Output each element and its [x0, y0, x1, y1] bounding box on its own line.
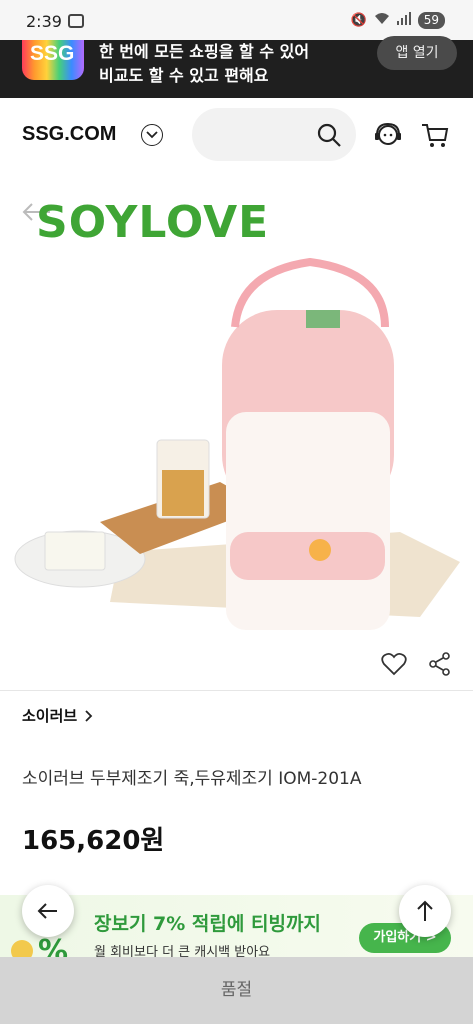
open-app-button[interactable]: 앱 열기	[377, 36, 457, 70]
brand-store-link[interactable]: 소이러브	[22, 705, 93, 726]
mute-icon: 🔇	[350, 13, 367, 28]
app-install-banner[interactable]: SSG 한 번에 모든 쇼핑을 할 수 있어 비교도 할 수 있고 편해요 앱 …	[0, 36, 473, 98]
customer-service-icon[interactable]	[373, 120, 403, 150]
cart-icon[interactable]	[420, 120, 450, 150]
promo-subtitle: 월 회비보다 더 큰 캐시백 받아요	[94, 945, 271, 957]
product-actions	[381, 652, 451, 676]
arrow-left-icon	[37, 903, 57, 919]
back-button[interactable]	[22, 885, 74, 937]
divider	[0, 690, 473, 691]
heart-icon[interactable]	[381, 652, 407, 676]
scroll-top-button[interactable]	[399, 885, 451, 937]
site-logo[interactable]: SSG.COM	[22, 123, 116, 146]
wifi-icon	[374, 12, 390, 29]
search-input[interactable]	[192, 108, 356, 161]
search-icon	[317, 123, 341, 147]
status-icons: 🔇 59	[351, 12, 445, 29]
battery-indicator: 59	[417, 12, 445, 29]
promo-title: 장보기 7% 적립에 티빙까지	[94, 913, 321, 935]
status-time: 2:39	[26, 12, 62, 31]
screenshot-icon	[68, 14, 84, 28]
signal-icon	[396, 12, 411, 29]
soymilk-maker-photo	[14, 257, 460, 630]
svg-text:%: %	[38, 934, 68, 957]
banner-line-1: 한 번에 모든 쇼핑을 할 수 있어	[99, 42, 310, 61]
chevron-down-icon[interactable]	[141, 124, 163, 146]
banner-line-2: 비교도 할 수 있고 편해요	[99, 66, 269, 85]
arrow-up-icon	[417, 900, 433, 921]
brand-store-label: 소이러브	[22, 707, 78, 725]
chevron-right-icon	[85, 709, 93, 722]
site-header: SSG.COM	[0, 98, 473, 172]
product-image[interactable]: SOYLOVE	[0, 172, 473, 645]
share-icon[interactable]	[429, 652, 451, 676]
product-title: 소이러브 두부제조기 죽,두유제조기 IOM-201A	[22, 769, 362, 789]
status-bar: 2:39 🔇 59	[0, 0, 473, 40]
sold-out-bar: 품절	[0, 957, 473, 1024]
ssg-app-logo: SSG	[22, 40, 84, 80]
product-price: 165,620원	[22, 826, 165, 856]
